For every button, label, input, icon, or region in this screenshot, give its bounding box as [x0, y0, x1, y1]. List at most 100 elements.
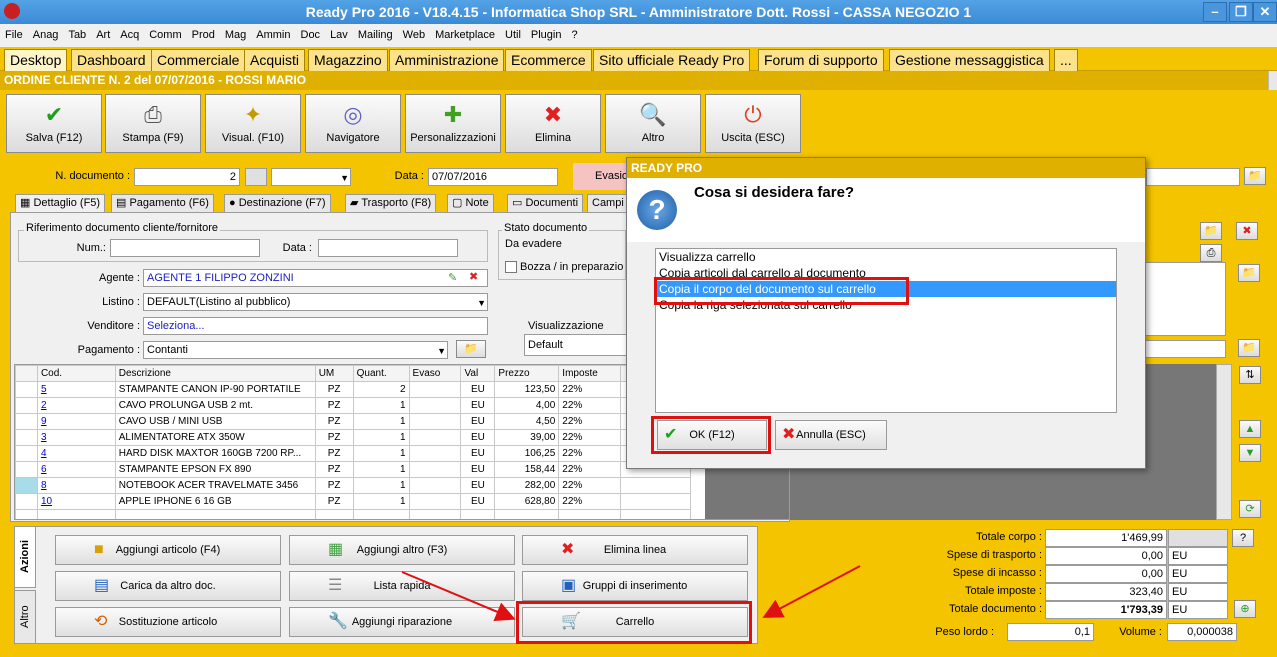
menu-item-comm[interactable]: Comm [144, 26, 186, 41]
table-cell[interactable]: EU [460, 477, 496, 494]
table-cell[interactable]: 1 [352, 493, 410, 510]
edit-pencil-icon[interactable]: ✎ [448, 271, 457, 284]
table-cell[interactable] [408, 413, 462, 430]
menu-item-[interactable]: ? [566, 26, 582, 41]
print-button[interactable]: ⎙ Stampa (F9) [105, 94, 201, 153]
menu-item-art[interactable]: Art [91, 26, 115, 41]
tab-messaggistica[interactable]: Gestione messaggistica [889, 49, 1050, 71]
table-row-empty[interactable] [15, 509, 691, 519]
table-cell[interactable]: 22% [558, 381, 622, 398]
table-cell[interactable] [408, 429, 462, 446]
table-cell[interactable]: EU [460, 445, 496, 462]
remove-icon[interactable]: ✖ [469, 270, 478, 283]
arrow-down-icon[interactable]: ▼ [1239, 444, 1261, 462]
num-input[interactable] [110, 239, 260, 257]
table-cell[interactable]: EU [460, 381, 496, 398]
more-button[interactable]: 🔍 Altro [605, 94, 701, 153]
table-cell[interactable] [408, 381, 462, 398]
subtab-note[interactable]: ▢ Note [447, 194, 494, 213]
table-cell[interactable]: 10 [36, 493, 116, 510]
total-value[interactable]: 1'793,39 [1045, 601, 1167, 619]
table-cell[interactable]: 9 [36, 413, 116, 430]
table-cell[interactable]: 22% [558, 477, 622, 494]
table-cell[interactable]: 1 [352, 461, 410, 478]
table-row[interactable]: 9 CAVO USB / MINI USB PZ 1 EU 4,50 22% [15, 413, 691, 430]
folder-icon[interactable]: 📁 [1238, 339, 1260, 357]
row-marker[interactable] [15, 477, 38, 494]
tab-acquisti[interactable]: Acquisti [244, 49, 306, 71]
article-code-link[interactable]: 5 [41, 384, 47, 395]
table-cell[interactable]: 8 [36, 477, 116, 494]
table-row[interactable]: 3 ALIMENTATORE ATX 350W PZ 1 EU 39,00 22% [15, 429, 691, 446]
tab-more[interactable]: ... [1054, 49, 1078, 71]
subtab-campi[interactable]: Campi [587, 194, 629, 213]
delete-x-icon[interactable]: ✖ [1236, 222, 1258, 240]
tab-sito-ufficiale[interactable]: Sito ufficiale Ready Pro [593, 49, 751, 71]
table-cell[interactable]: 39,00 [494, 429, 560, 446]
subtab-dettaglio[interactable]: ▦ Dettaglio (F5) [15, 194, 106, 213]
peso-value[interactable]: 0,1 [1007, 623, 1094, 641]
view-button[interactable]: ✦ Visual. (F10) [205, 94, 301, 153]
column-header[interactable]: Quant. [352, 365, 410, 382]
n-doc-suffix[interactable] [245, 168, 267, 186]
table-cell[interactable]: PZ [314, 381, 354, 398]
article-code-link[interactable]: 10 [41, 496, 52, 507]
tab-commerciale[interactable]: Commerciale [151, 49, 246, 71]
column-header[interactable]: Prezzo [494, 365, 560, 382]
load-doc-button[interactable]: ▤ Carica da altro doc. [55, 571, 281, 601]
menu-item-lav[interactable]: Lav [325, 26, 353, 41]
row-marker[interactable] [15, 429, 38, 446]
table-cell[interactable] [408, 461, 462, 478]
column-header[interactable]: UM [314, 365, 354, 382]
table-cell[interactable]: 628,80 [494, 493, 560, 510]
customize-button[interactable]: ✚ Personalizzazioni [405, 94, 501, 153]
table-cell[interactable]: 22% [558, 445, 622, 462]
refresh-icon[interactable]: ⟳ [1239, 500, 1261, 518]
folder-icon[interactable]: 📁 [1244, 167, 1266, 185]
menu-item-mailing[interactable]: Mailing [353, 26, 398, 41]
folder-icon[interactable]: 📁 [1200, 222, 1222, 240]
table-cell[interactable]: EU [460, 397, 496, 414]
volume-value[interactable]: 0,000038 [1167, 623, 1237, 641]
subtab-trasporto[interactable]: ▰ Trasporto (F8) [345, 194, 437, 213]
table-cell[interactable]: PZ [314, 429, 354, 446]
pagamento-select[interactable]: Contanti ▼ [143, 341, 448, 359]
menu-item-mag[interactable]: Mag [220, 26, 251, 41]
folder-icon[interactable]: 📁 [456, 340, 486, 358]
article-code-link[interactable]: 4 [41, 448, 47, 459]
table-cell[interactable]: 22% [558, 413, 622, 430]
table-cell[interactable]: 2 [352, 381, 410, 398]
table-cell[interactable]: 1 [352, 429, 410, 446]
add-article-button[interactable]: ■ Aggiungi articolo (F4) [55, 535, 281, 565]
row-marker[interactable] [15, 461, 38, 478]
table-cell[interactable]: 22% [558, 493, 622, 510]
table-cell[interactable] [408, 445, 462, 462]
table-cell[interactable]: APPLE IPHONE 6 16 GB [114, 493, 316, 510]
subtab-documenti[interactable]: ▭ Documenti [507, 194, 584, 213]
table-cell[interactable]: 4 [36, 445, 116, 462]
table-cell[interactable]: EU [460, 413, 496, 430]
table-cell[interactable]: STAMPANTE EPSON FX 890 [114, 461, 316, 478]
row-marker[interactable] [15, 445, 38, 462]
exit-button[interactable]: ⏻ Uscita (ESC) [705, 94, 801, 153]
menu-item-plugin[interactable]: Plugin [526, 26, 567, 41]
table-cell[interactable]: 3 [36, 429, 116, 446]
zoom-icon[interactable]: ⊕ [1234, 600, 1256, 618]
listino-select[interactable]: DEFAULT(Listino al pubblico) ▼ [143, 293, 488, 311]
delete-button[interactable]: ✖ Elimina [505, 94, 601, 153]
row-marker[interactable] [15, 493, 38, 510]
arrow-up-icon[interactable]: ▲ [1239, 420, 1261, 438]
restore-icon[interactable]: ❐ [1229, 2, 1253, 22]
tab-amministrazione[interactable]: Amministrazione [389, 49, 505, 71]
table-cell[interactable] [408, 397, 462, 414]
table-cell[interactable] [408, 477, 462, 494]
article-code-link[interactable]: 3 [41, 432, 47, 443]
column-header[interactable]: Evaso [408, 365, 462, 382]
table-cell[interactable]: PZ [314, 445, 354, 462]
minimize-icon[interactable]: – [1203, 2, 1227, 22]
table-cell[interactable]: EU [460, 429, 496, 446]
table-cell[interactable] [15, 509, 38, 519]
table-row[interactable]: 10 APPLE IPHONE 6 16 GB PZ 1 EU 628,80 22% [15, 493, 691, 510]
table-cell[interactable]: NOTEBOOK ACER TRAVELMATE 3456 [114, 477, 316, 494]
close-icon[interactable]: ✕ [1253, 2, 1277, 22]
